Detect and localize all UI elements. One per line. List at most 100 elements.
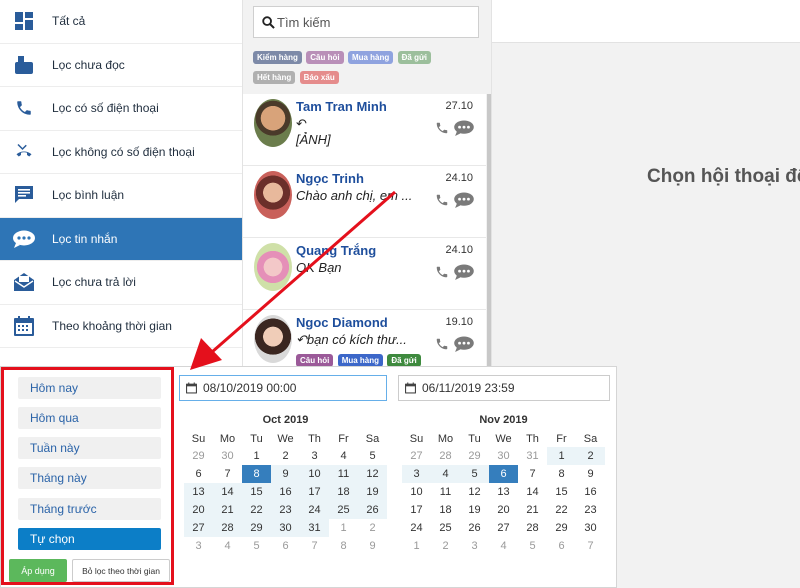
calendar-day[interactable]: 1	[402, 537, 431, 555]
calendar-day[interactable]: 5	[242, 537, 271, 555]
calendar-day[interactable]: 2	[271, 447, 300, 465]
calendar-day[interactable]: 9	[358, 537, 387, 555]
calendar-day[interactable]: 15	[242, 483, 271, 501]
calendar-day[interactable]: 8	[547, 465, 576, 483]
calendar-day[interactable]: 30	[576, 519, 605, 537]
sidebar-item-date-range[interactable]: Theo khoảng thời gian	[0, 305, 242, 348]
calendar-day[interactable]: 3	[184, 537, 213, 555]
calendar-day[interactable]: 10	[402, 483, 431, 501]
calendar-day[interactable]: 1	[547, 447, 576, 465]
sidebar-item-all[interactable]: Tất cả	[0, 0, 242, 44]
start-date-input[interactable]: 08/10/2019 00:00	[179, 375, 387, 401]
calendar-day[interactable]: 29	[547, 519, 576, 537]
sidebar-item-has-phone[interactable]: Lọc có số điện thoại	[0, 87, 242, 131]
calendar-day[interactable]: 30	[489, 447, 518, 465]
sidebar-item-no-phone[interactable]: Lọc không có số điện thoại	[0, 131, 242, 174]
phone-icon[interactable]	[435, 265, 449, 282]
calendar-day[interactable]: 27	[184, 519, 213, 537]
calendar-day[interactable]: 3	[402, 465, 431, 483]
calendar-day[interactable]: 4	[329, 447, 358, 465]
calendar-day[interactable]: 14	[518, 483, 547, 501]
calendar-day[interactable]: 17	[300, 483, 329, 501]
sidebar-item-unread[interactable]: Lọc chưa đọc	[0, 44, 242, 87]
calendar-day[interactable]: 31	[518, 447, 547, 465]
calendar-day[interactable]: 10	[300, 465, 329, 483]
calendar-day[interactable]: 9	[576, 465, 605, 483]
calendar-day[interactable]: 13	[489, 483, 518, 501]
calendar-day[interactable]: 1	[329, 519, 358, 537]
calendar-day[interactable]: 13	[184, 483, 213, 501]
chat-bubble-icon[interactable]	[454, 120, 474, 139]
conversation-item[interactable]: Tam Tran Minh 27.10 ↶ [ẢNH]	[243, 94, 486, 166]
calendar-day[interactable]: 7	[300, 537, 329, 555]
tag-bao-xau[interactable]: Báo xấu	[299, 71, 339, 84]
calendar-day[interactable]: 31	[300, 519, 329, 537]
conversation-scrollbar[interactable]	[487, 94, 491, 366]
calendar-day[interactable]: 24	[300, 501, 329, 519]
calendar-day[interactable]: 25	[431, 519, 460, 537]
calendar-day[interactable]: 2	[358, 519, 387, 537]
calendar-day[interactable]: 4	[431, 465, 460, 483]
tag-cau-hoi[interactable]: Câu hỏi	[306, 51, 344, 64]
calendar-day[interactable]: 20	[489, 501, 518, 519]
calendar-day[interactable]: 28	[213, 519, 242, 537]
calendar-day[interactable]: 9	[271, 465, 300, 483]
sidebar-item-messages[interactable]: Lọc tin nhắn	[0, 217, 242, 261]
calendar-day[interactable]: 7	[518, 465, 547, 483]
calendar-day[interactable]: 5	[518, 537, 547, 555]
tag-het-hang[interactable]: Hết hàng	[253, 71, 296, 84]
search-input[interactable]	[277, 14, 467, 30]
conversation-item[interactable]: Ngoc Diamond 19.10 ↶bạn có kích thư... C…	[243, 310, 486, 366]
calendar-day[interactable]: 5	[460, 465, 489, 483]
calendar-day[interactable]: 27	[402, 447, 431, 465]
calendar-day[interactable]: 18	[329, 483, 358, 501]
calendar-day[interactable]: 16	[576, 483, 605, 501]
calendar-day[interactable]: 22	[547, 501, 576, 519]
calendar-day[interactable]: 12	[460, 483, 489, 501]
tag-da-gui[interactable]: Đã gửi	[397, 51, 431, 64]
calendar-day[interactable]: 4	[489, 537, 518, 555]
calendar-day[interactable]: 26	[460, 519, 489, 537]
calendar-day[interactable]: 5	[358, 447, 387, 465]
calendar-day[interactable]: 29	[460, 447, 489, 465]
calendar-day[interactable]: 11	[431, 483, 460, 501]
calendar-day[interactable]: 2	[576, 447, 605, 465]
calendar-day[interactable]: 12	[358, 465, 387, 483]
range-last-month[interactable]: Tháng trước	[18, 498, 161, 520]
calendar-day[interactable]: 19	[358, 483, 387, 501]
calendar-day[interactable]: 4	[213, 537, 242, 555]
calendar-day[interactable]: 7	[213, 465, 242, 483]
calendar-day[interactable]: 23	[576, 501, 605, 519]
calendar-day[interactable]: 25	[329, 501, 358, 519]
calendar-day[interactable]: 30	[271, 519, 300, 537]
clear-filter-button[interactable]: Bỏ lọc theo thời gian	[72, 559, 170, 582]
calendar-day[interactable]: 16	[271, 483, 300, 501]
calendar-day[interactable]: 29	[242, 519, 271, 537]
calendar-day[interactable]: 27	[489, 519, 518, 537]
calendar-day[interactable]: 21	[518, 501, 547, 519]
sidebar-item-unreplied[interactable]: Lọc chưa trả lời	[0, 261, 242, 305]
apply-button[interactable]: Áp dụng	[9, 559, 67, 582]
calendar-day[interactable]: 8	[242, 465, 271, 483]
conversation-item[interactable]: Ngọc Trinh 24.10 Chào anh chị, em ...	[243, 166, 486, 238]
phone-icon[interactable]	[435, 121, 449, 138]
calendar-day[interactable]: 21	[213, 501, 242, 519]
calendar-day[interactable]: 6	[184, 465, 213, 483]
range-yesterday[interactable]: Hôm qua	[18, 407, 161, 429]
calendar-day[interactable]: 30	[213, 447, 242, 465]
chat-bubble-icon[interactable]	[454, 336, 474, 355]
calendar-day[interactable]: 14	[213, 483, 242, 501]
calendar-day[interactable]: 6	[547, 537, 576, 555]
range-today[interactable]: Hôm nay	[18, 377, 161, 399]
calendar-day[interactable]: 22	[242, 501, 271, 519]
calendar-day[interactable]: 26	[358, 501, 387, 519]
calendar-day[interactable]: 17	[402, 501, 431, 519]
end-date-input[interactable]: 06/11/2019 23:59	[398, 375, 610, 401]
calendar-day[interactable]: 6	[489, 465, 518, 483]
calendar-day[interactable]: 19	[460, 501, 489, 519]
tag-kiem-hang[interactable]: Kiểm hàng	[253, 51, 302, 64]
calendar-day[interactable]: 28	[431, 447, 460, 465]
calendar-day[interactable]: 23	[271, 501, 300, 519]
calendar-day[interactable]: 3	[460, 537, 489, 555]
calendar-day[interactable]: 2	[431, 537, 460, 555]
